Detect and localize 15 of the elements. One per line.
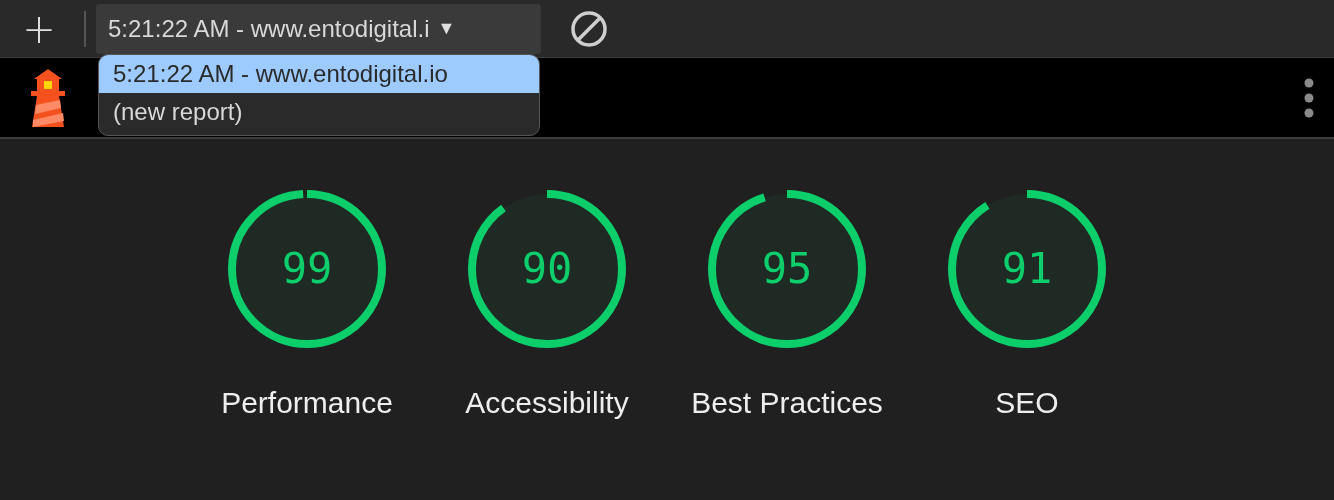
score-value: 91 bbox=[1001, 244, 1053, 294]
more-icon[interactable] bbox=[1304, 77, 1314, 118]
category-label: SEO bbox=[994, 385, 1060, 421]
category-label: Best Practices bbox=[690, 385, 884, 421]
score-value: 99 bbox=[281, 244, 333, 294]
menu-item[interactable]: 5:21:22 AM - www.entodigital.io bbox=[99, 55, 539, 93]
report-select[interactable]: 5:21:22 AM - www.entodigital.i ▼ bbox=[96, 3, 541, 54]
add-button[interactable]: + bbox=[20, 8, 58, 49]
clear-icon[interactable] bbox=[569, 8, 609, 49]
category-label: Accessibility bbox=[464, 385, 630, 421]
score-value: 95 bbox=[761, 244, 813, 294]
lighthouse-icon bbox=[28, 66, 68, 129]
category-label: Performance bbox=[220, 385, 394, 421]
menu-item[interactable]: (new report) bbox=[99, 93, 539, 131]
score-value: 90 bbox=[521, 244, 573, 294]
